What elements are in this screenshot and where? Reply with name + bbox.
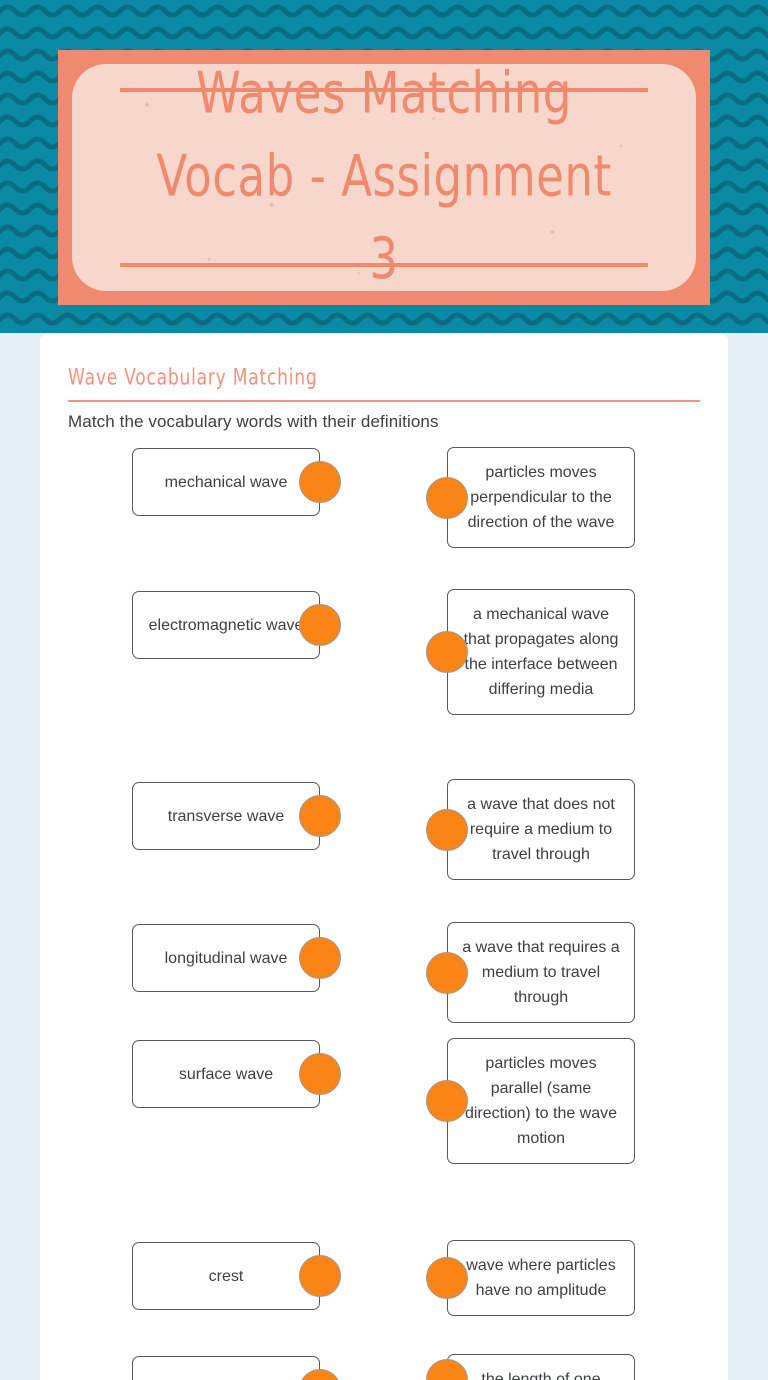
definition-slot: particles moves parallel (same direction… [426,1038,635,1164]
definition-label: a mechanical wave that propagates along … [463,606,619,698]
definition-label: wave where particles have no amplitude [466,1257,616,1299]
definition-connector-dot[interactable] [426,1080,468,1122]
worksheet-page: Wave Vocabulary Matching Match the vocab… [40,333,728,1380]
definition-label: a wave that does not require a medium to… [467,796,615,863]
definition-slot: particles moves perpendicular to the dir… [426,447,635,548]
term-slot: electromagnetic wave [132,591,341,659]
instructions-text: Match the vocabulary words with their de… [68,412,439,431]
definition-slot: a wave that requires a medium to travel … [426,922,635,1023]
title-banner: Waves Matching Vocab - Assignment 3 [58,50,710,305]
definition-card[interactable]: a mechanical wave that propagates along … [447,589,635,715]
definition-card[interactable]: a wave that does not require a medium to… [447,779,635,880]
definition-card[interactable]: particles moves perpendicular to the dir… [447,447,635,548]
definition-slot: wave where particles have no amplitude [426,1240,635,1316]
term-label: crest [208,1267,244,1285]
definition-card[interactable]: particles moves parallel (same direction… [447,1038,635,1164]
definition-connector-dot[interactable] [426,808,468,851]
title-banner-inner: Waves Matching Vocab - Assignment 3 [72,64,696,291]
definition-slot: a wave that does not require a medium to… [426,779,635,880]
definition-card[interactable]: wave where particles have no amplitude [447,1240,635,1316]
term-label: transverse wave [167,807,285,825]
term-connector-dot[interactable] [299,461,341,503]
term-card[interactable]: electromagnetic wave [132,591,320,659]
term-connector-dot[interactable] [299,1255,341,1297]
term-connector-dot[interactable] [299,795,341,837]
section-heading: Wave Vocabulary Matching [68,365,318,391]
term-card[interactable]: crest [132,1242,320,1310]
definition-label: particles moves parallel (same direction… [464,1055,618,1147]
term-slot: transverse wave [132,782,341,850]
definition-slot: the length of one [426,1354,635,1380]
definition-connector-dot[interactable] [426,476,468,519]
definition-connector-dot[interactable] [426,631,468,673]
term-slot: mechanical wave [132,448,341,516]
section-divider [68,400,700,402]
term-card[interactable]: transverse wave [132,782,320,850]
term-slot: longitudinal wave [132,924,341,992]
page-title: Waves Matching Vocab - Assignment 3 [156,64,612,291]
term-connector-dot[interactable] [299,1053,341,1095]
term-card[interactable]: mechanical wave [132,448,320,516]
term-label: mechanical wave [164,473,288,491]
term-slot: crest [132,1242,341,1310]
term-card[interactable] [132,1356,320,1380]
term-connector-dot[interactable] [299,604,341,646]
term-card[interactable]: surface wave [132,1040,320,1108]
definition-label: a wave that requires a medium to travel … [462,939,620,1006]
definition-label: the length of one [481,1371,601,1380]
term-slot [132,1356,341,1380]
definition-card[interactable]: a wave that requires a medium to travel … [447,922,635,1023]
definition-slot: a mechanical wave that propagates along … [426,589,635,715]
term-connector-dot[interactable] [299,937,341,979]
definition-card[interactable]: the length of one [447,1354,635,1380]
term-slot: surface wave [132,1040,341,1108]
definition-connector-dot[interactable] [426,951,468,994]
term-card[interactable]: longitudinal wave [132,924,320,992]
definition-connector-dot[interactable] [426,1257,468,1299]
term-label: surface wave [178,1065,274,1083]
term-label: electromagnetic wave [148,616,304,634]
definition-label: particles moves perpendicular to the dir… [467,464,615,531]
term-label: longitudinal wave [164,949,288,967]
